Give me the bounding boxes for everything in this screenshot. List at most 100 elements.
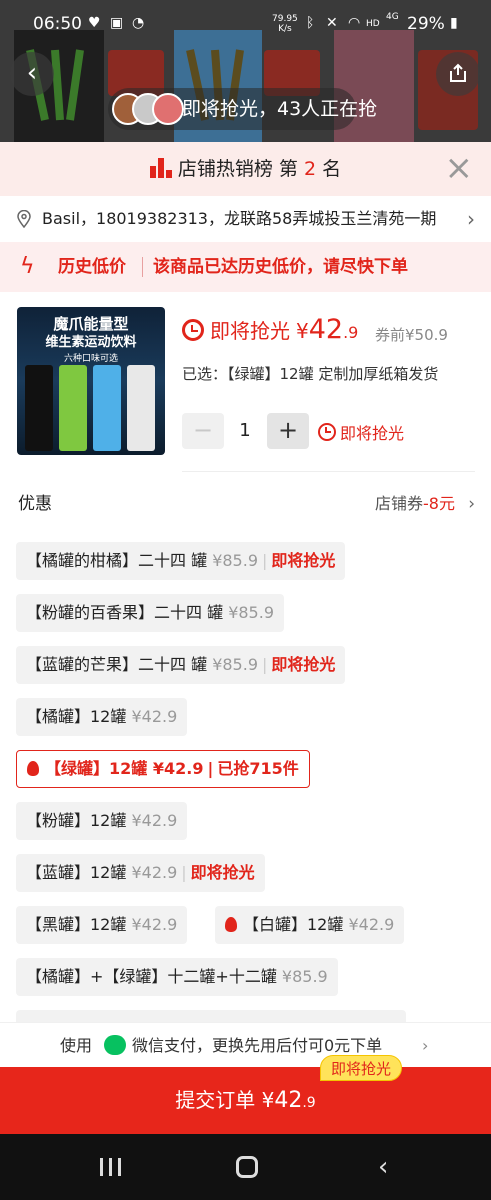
sku-flash-tag: 即将抢光 xyxy=(271,551,336,570)
flash-sale-banner: 即将抢光，43人正在抢 xyxy=(108,88,377,130)
can-blue xyxy=(93,365,121,451)
back-button[interactable]: ‹ xyxy=(10,52,54,96)
timer-icon: ◔ xyxy=(132,15,145,31)
fire-icon xyxy=(225,917,237,932)
status-time: 06:50 xyxy=(33,14,82,34)
chevron-right-icon: › xyxy=(468,494,475,514)
discount-row[interactable]: 优惠 店铺券-8元 › xyxy=(0,472,491,536)
sku-name: 【橘罐】12罐 xyxy=(26,707,127,726)
sku-chip[interactable]: 【蓝罐】12罐 ¥42.9 | 即将抢光 xyxy=(16,854,265,892)
sku-name: 【粉罐的百香果】二十四 罐 xyxy=(26,603,224,622)
sku-chip[interactable]: 【粉罐】12罐 ¥42.9 xyxy=(16,802,188,840)
home-button[interactable] xyxy=(236,1156,258,1178)
shop-rank-bar: 店铺热销榜 第 2 名 × xyxy=(0,142,491,196)
sku-price: ¥85.9 xyxy=(228,603,274,622)
status-bar: 06:50 ♥ ▣ ◔ 79.95 K/s ᛒ ✕ ◠ HD 4G 29% ▮ xyxy=(0,12,491,40)
quantity-value[interactable]: 1 xyxy=(224,413,266,449)
flash-label-secondary: 即将抢光 xyxy=(318,420,404,444)
sku-name: 【蓝罐】12罐 xyxy=(26,863,127,882)
bluetooth-icon: ᛒ xyxy=(306,15,315,31)
order-sheet: 店铺热销榜 第 2 名 × Basil，18019382313，龙联路58弄城投… xyxy=(0,142,491,1132)
ranking-icon xyxy=(149,156,172,178)
system-nav-bar: ‹ xyxy=(0,1134,491,1200)
rank-number: 2 xyxy=(303,158,317,180)
sku-name: 【橘罐】+【绿罐】十二罐+十二罐 xyxy=(26,967,277,986)
sku-chip[interactable]: 【粉罐的百香果】二十四 罐 ¥85.9 xyxy=(16,594,284,632)
decrease-button[interactable]: − xyxy=(182,413,224,449)
sku-price: ¥42.9 xyxy=(131,811,178,830)
sku-name: 【白罐】12罐 xyxy=(243,915,344,934)
sku-price: ¥42.9 xyxy=(152,759,204,778)
price-decimal: .9 xyxy=(343,323,359,342)
image-caption: 六种口味可选 xyxy=(63,354,118,364)
location-pin-icon xyxy=(17,210,31,228)
battery-icon: ▮ xyxy=(450,15,458,31)
alarm-clock-icon xyxy=(182,319,204,341)
image-subtitle: 维生素运动饮料 xyxy=(45,335,137,350)
sku-price: ¥42.9 xyxy=(131,915,178,934)
close-icon[interactable]: × xyxy=(445,142,474,194)
can-green xyxy=(59,365,87,451)
battery-level: 29% xyxy=(407,14,445,34)
current-price: ¥42.9 xyxy=(296,314,359,345)
low-price-tag: 历史低价 xyxy=(58,257,126,277)
product-summary: 魔爪能量型 维生素运动饮料 六种口味可选 即将抢光 ¥42.9 券前¥50.9 已… xyxy=(0,292,491,472)
divider xyxy=(142,257,143,277)
coupon-prefix: 店铺券 xyxy=(375,494,424,513)
delivery-address[interactable]: Basil，18019382313，龙联路58弄城投玉兰清苑一期 › xyxy=(0,196,491,242)
flash-label: 即将抢光 xyxy=(210,319,290,343)
flash-price-row: 即将抢光 ¥42.9 xyxy=(182,314,358,346)
sku-chip[interactable]: 【蓝罐的芒果】二十四 罐 ¥85.9 | 即将抢光 xyxy=(16,646,346,684)
heart-icon: ♥ xyxy=(88,15,101,31)
submit-label: 提交订单 xyxy=(175,1088,256,1112)
sku-price: ¥85.9 xyxy=(281,967,328,986)
4g-icon: 4G xyxy=(386,12,399,22)
sku-price: ¥42.9 xyxy=(131,863,178,882)
sku-chip[interactable]: 【白罐】12罐 ¥42.9 xyxy=(215,906,405,944)
can-black xyxy=(25,365,53,451)
sku-chip[interactable]: 【黑罐】12罐 ¥42.9 xyxy=(16,906,188,944)
sku-name: 【黑罐】12罐 xyxy=(26,915,127,934)
sku-name: 【粉罐】12罐 xyxy=(26,811,127,830)
flash-sale-badge: 即将抢光 xyxy=(320,1055,403,1081)
sku-chip-selected[interactable]: 【绿罐】12罐 ¥42.9 | 已抢715件 xyxy=(16,750,310,788)
original-price: 券前¥50.9 xyxy=(375,326,448,344)
sku-price: ¥85.9 xyxy=(212,551,258,570)
historic-low-price-notice: ϟ 历史低价 该商品已达历史低价，请尽快下单 xyxy=(0,242,491,292)
sku-price: ¥42.9 xyxy=(348,915,395,934)
sku-chip[interactable]: 【橘罐】+【绿罐】十二罐+十二罐 ¥85.9 xyxy=(16,958,338,996)
submit-order-button[interactable]: 提交订单 ¥42.9 xyxy=(0,1067,491,1134)
submit-price-integer: 42 xyxy=(274,1088,303,1113)
share-button[interactable] xyxy=(436,52,480,96)
submit-price-symbol: ¥ xyxy=(261,1088,275,1112)
sku-sold-count: 已抢715件 xyxy=(217,759,299,778)
sku-name: 【蓝罐的芒果】二十四 罐 xyxy=(26,655,208,674)
chevron-right-icon: › xyxy=(422,1036,429,1055)
network-speed-value: 79.95 xyxy=(272,14,298,24)
price-symbol: ¥ xyxy=(296,319,309,343)
can-white xyxy=(127,365,155,451)
payment-method-row[interactable]: 使用 微信支付，更换先用后付可0元下单 › xyxy=(0,1022,491,1067)
payment-prefix: 使用 xyxy=(60,1036,93,1055)
alarm-clock-icon xyxy=(318,423,336,441)
banner-text: 即将抢光，43人正在抢 xyxy=(182,98,378,120)
discount-label: 优惠 xyxy=(18,494,52,514)
sku-chip[interactable]: 【橘罐】12罐 ¥42.9 xyxy=(16,698,188,736)
sku-price: ¥85.9 xyxy=(212,655,258,674)
image-icon: ▣ xyxy=(110,15,124,31)
increase-button[interactable]: + xyxy=(267,413,309,449)
sku-options: 【橘罐的柑橘】二十四 罐 ¥85.9 | 即将抢光 【粉罐的百香果】二十四 罐 ¥8… xyxy=(0,536,491,1062)
sku-price: ¥42.9 xyxy=(131,707,178,726)
back-icon: ‹ xyxy=(26,58,38,88)
recent-apps-button[interactable] xyxy=(100,1158,122,1176)
address-text: Basil，18019382313，龙联路58弄城投玉兰清苑一期 xyxy=(42,209,437,228)
submit-price: ¥42.9 xyxy=(261,1088,316,1113)
back-nav-button[interactable]: ‹ xyxy=(378,1152,388,1182)
sku-chip[interactable]: 【橘罐的柑橘】二十四 罐 ¥85.9 | 即将抢光 xyxy=(16,542,346,580)
rank-suffix: 名 xyxy=(322,158,342,180)
rank-prefix: 店铺热销榜 第 xyxy=(177,158,298,180)
network-speed: 79.95 K/s xyxy=(272,14,298,34)
avatar xyxy=(152,93,184,125)
coupon-info: 店铺券-8元 xyxy=(375,472,455,536)
product-image[interactable]: 魔爪能量型 维生素运动饮料 六种口味可选 xyxy=(17,307,165,455)
